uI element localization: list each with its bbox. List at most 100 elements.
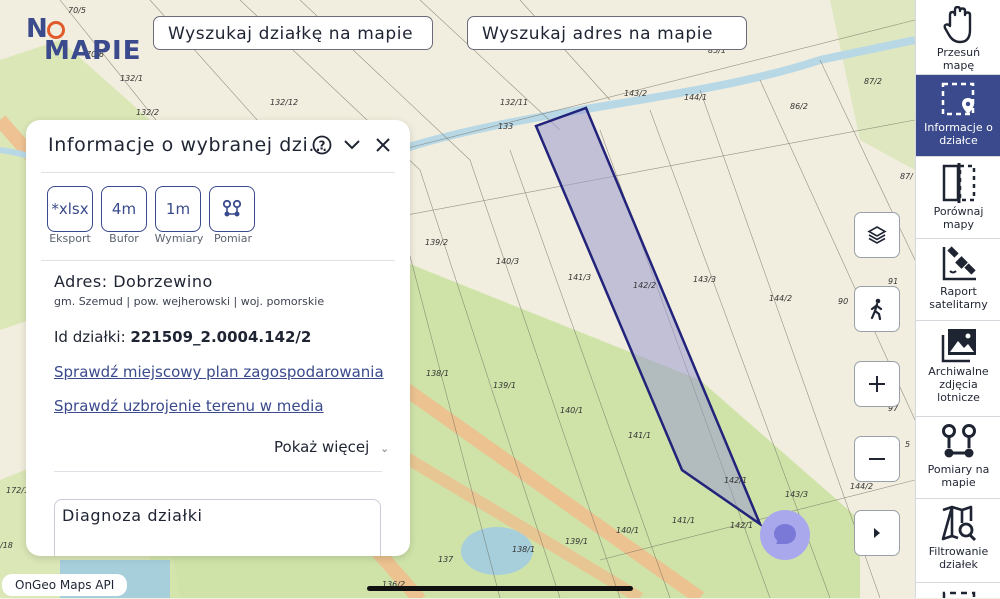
sidebar-item-label: Przesuń mapę (936, 46, 981, 72)
parcel-label: 144/2 (850, 482, 874, 491)
parcel-id: Id działki: 221509_2.0004.142/2 (54, 328, 311, 346)
sidebar-item-satellite-report[interactable]: Raport satelitarny (916, 239, 1000, 321)
buffer-button[interactable]: 4m (101, 186, 147, 232)
parcel-label: 141/3 (568, 273, 592, 282)
parcel-label: 142/1 (724, 476, 748, 485)
dimensions-button[interactable]: 1m (155, 186, 201, 232)
parcel-label: 144/1 (684, 93, 708, 102)
chat-bubble-icon (774, 524, 796, 544)
close-icon[interactable] (372, 134, 394, 156)
chat-button[interactable] (760, 510, 810, 560)
parcel-label: 91 (888, 277, 899, 286)
measure-label: Pomiar (213, 232, 252, 245)
diagnosis-card[interactable]: Diagnoza działki (54, 499, 381, 556)
zoom-out-button[interactable] (854, 436, 900, 482)
dimensions-label: Wymiary (154, 232, 204, 245)
sidebar-item-more[interactable] (916, 583, 1000, 598)
chevron-down-icon[interactable] (341, 134, 363, 156)
diagnosis-title: Diagnoza działki (62, 506, 203, 525)
sidebar-item-filter-parcels[interactable]: Filtrowanie działek (916, 499, 1000, 583)
logo-text-bottom: MAPIE (44, 36, 142, 66)
address-title: Adres: Dobrzewino (54, 272, 213, 291)
sidebar-item-label: Archiwalne zdjęcia lotnicze (928, 365, 989, 404)
parcel-label: 140/1 (616, 526, 640, 535)
sidebar-item-compare-maps[interactable]: Porównaj mapy (916, 157, 1000, 239)
measure-pins-icon (222, 199, 242, 217)
measure-icon (916, 423, 1000, 461)
no-mapie-logo[interactable]: N MAPIE (26, 14, 142, 66)
parcel-id-value: 221509_2.0004.142/2 (130, 328, 312, 346)
parcel-label: 142/1 (730, 521, 754, 530)
parcel-label: 138/1 (512, 545, 536, 554)
zoom-in-button[interactable] (854, 361, 900, 407)
parcel-label: 5 (905, 440, 911, 449)
street-view-button[interactable] (854, 286, 900, 332)
show-more-label: Pokaż więcej (274, 438, 370, 456)
parcel-info-panel: Informacje o wybranej dzi... ? *xlsx Eks… (26, 120, 410, 556)
compare-maps-icon (916, 163, 1000, 203)
play-triangle-icon (874, 528, 880, 538)
sidebar-item-label: Porównaj mapy (933, 205, 984, 231)
parcel-info-icon (916, 81, 1000, 119)
parcel-label: 132/11 (500, 98, 529, 107)
layers-icon (867, 226, 887, 244)
parcel-label: 132/2 (136, 108, 160, 117)
parcel-label: 87/2 (864, 77, 882, 86)
sidebar-item-label: Pomiary na mapie (927, 463, 990, 489)
parcel-label: 138/1 (426, 369, 450, 378)
parcel-label: 140/3 (496, 257, 520, 266)
parcel-label: 139/1 (493, 381, 517, 390)
sidebar-item-measurements[interactable]: Pomiary na mapie (916, 417, 1000, 499)
ongeo-api-link[interactable]: OnGeo Maps API (2, 574, 128, 596)
parcel-label: 132/12 (270, 98, 299, 107)
parcel-search-input[interactable]: Wyszukaj działkę na mapie (153, 16, 433, 50)
panel-title: Informacje o wybranej dzi... (48, 134, 329, 156)
parcel-label: 90 (838, 297, 849, 306)
sidebar-item-archive-photos[interactable]: Archiwalne zdjęcia lotnicze (916, 321, 1000, 417)
help-icon[interactable]: ? (311, 134, 333, 156)
sidebar-item-label: Raport satelitarny (929, 285, 988, 311)
filter-map-icon (916, 505, 1000, 543)
parcel-label: 141/1 (672, 516, 696, 525)
sidebar-item-move-map[interactable]: Przesuń mapę (916, 0, 1000, 75)
parcel-label: 139/2 (425, 238, 449, 247)
sidebar-item-parcel-info[interactable]: Informacje o działce (916, 75, 1000, 157)
parcel-label: 86/2 (790, 102, 808, 111)
address-subtitle: gm. Szemud | pow. wejherowski | woj. pom… (54, 295, 325, 308)
parcel-label: 137 (438, 555, 454, 564)
utilities-link[interactable]: Sprawdź uzbrojenie terenu w media (54, 397, 324, 415)
parcel-label: 133 (498, 122, 514, 131)
sidebar-item-label: Informacje o działce (924, 121, 993, 147)
parcel-label: 143/2 (624, 89, 648, 98)
parcel-label: 140/1 (560, 406, 584, 415)
satellite-icon (916, 245, 1000, 283)
divider (41, 260, 395, 261)
export-xlsx-button[interactable]: *xlsx (47, 186, 93, 232)
parcel-label: 144/2 (769, 294, 793, 303)
divider (54, 471, 382, 472)
walking-person-icon (870, 298, 883, 320)
show-more-button[interactable]: Pokaż więcej ⌄ (274, 438, 389, 456)
parcel-label: 139/1 (565, 537, 589, 546)
minus-icon (869, 458, 885, 460)
parcel-label: 143/3 (693, 275, 717, 284)
parcel-label: 132/1 (120, 74, 144, 83)
chevron-down-icon: ⌄ (380, 442, 390, 455)
export-label: Eksport (49, 232, 91, 245)
measure-button[interactable] (209, 186, 255, 232)
parcel-label: 142/2 (633, 281, 657, 290)
svg-text:?: ? (319, 139, 326, 153)
zoning-plan-link[interactable]: Sprawdź miejscowy plan zagospodarowania (54, 363, 384, 381)
hand-icon (916, 6, 1000, 44)
buffer-label: Bufor (109, 232, 139, 245)
layers-button[interactable] (854, 212, 900, 258)
expand-button[interactable] (854, 510, 900, 556)
address-search-input[interactable]: Wyszukaj adres na mapie (467, 16, 747, 50)
parcel-label: /18 (0, 541, 13, 550)
plus-icon (869, 376, 885, 392)
image-icon (916, 327, 1000, 363)
parcel-label: 87/ (900, 172, 913, 181)
sidebar-item-label: Filtrowanie działek (928, 545, 989, 571)
parcel-label: 141/1 (628, 431, 652, 440)
parcel-label: 143/3 (785, 490, 809, 499)
